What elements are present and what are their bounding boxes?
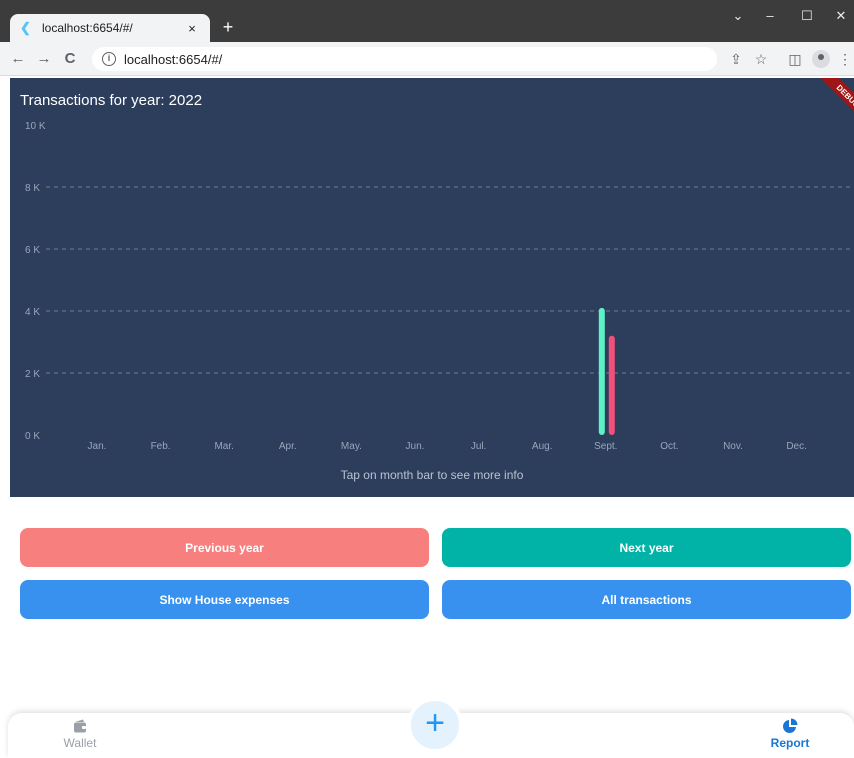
x-tick-label: Jun. (406, 441, 425, 452)
show-house-expenses-button[interactable]: Show House expenses (20, 580, 429, 619)
x-tick-label: May. (341, 441, 362, 452)
debug-banner: DEBUG (806, 78, 854, 126)
reload-icon[interactable]: C (60, 49, 80, 69)
flutter-icon: ❮ (20, 20, 31, 35)
new-tab-icon[interactable]: + (218, 17, 238, 37)
y-tick-label: 8 K (25, 183, 40, 194)
tab-search-icon[interactable]: ⌄ (727, 8, 749, 24)
chart-panel: Transactions for year: 2022 0 K2 K4 K6 K… (10, 78, 854, 497)
wallet-icon (74, 719, 86, 733)
nav-label-wallet: Wallet (63, 736, 97, 750)
debug-banner-label: DEBUG (815, 78, 854, 126)
bar-expense[interactable] (608, 335, 615, 435)
next-year-button[interactable]: Next year (442, 528, 851, 567)
pie-chart-icon (783, 718, 798, 733)
x-tick-label: Dec. (786, 441, 807, 452)
all-transactions-button[interactable]: All transactions (442, 580, 851, 619)
browser-titlebar: ❮ localhost:6654/#/ × + ⌄ – ☐ ✕ (0, 0, 854, 42)
nav-item-report[interactable]: Report (760, 718, 820, 750)
y-tick-label: 2 K (25, 369, 40, 380)
nav-item-wallet[interactable]: Wallet (50, 718, 110, 750)
x-tick-label: Oct. (660, 441, 678, 452)
bar-income[interactable] (598, 307, 605, 435)
forward-icon[interactable]: → (34, 49, 54, 69)
transactions-chart[interactable]: 0 K 2 K 4 K 6 K 8 K 10 K Jan. Feb. Mar. Apr. May. J… (10, 78, 854, 468)
x-tick-label: Apr. (279, 441, 297, 452)
share-icon[interactable]: ⇪ (727, 50, 745, 68)
tab-close-icon[interactable]: × (184, 21, 200, 36)
y-tick-label: 10 K (25, 121, 46, 132)
x-tick-label: Sept. (594, 441, 617, 452)
nav-label-report: Report (770, 736, 810, 750)
side-panel-icon[interactable]: ◫ (786, 50, 804, 68)
url-text: localhost:6654/#/ (124, 51, 223, 67)
info-icon[interactable]: i (102, 52, 116, 66)
x-tick-label: Feb. (151, 441, 171, 452)
x-tick-label: Mar. (214, 441, 233, 452)
y-tick-label: 6 K (25, 245, 40, 256)
previous-year-button[interactable]: Previous year (20, 528, 429, 567)
address-bar[interactable]: i localhost:6654/#/ (92, 47, 717, 71)
chart-hint: Tap on month bar to see more info (340, 468, 524, 482)
maximize-icon[interactable]: ☐ (796, 8, 818, 24)
close-window-icon[interactable]: ✕ (830, 8, 852, 24)
x-tick-label: Jul. (471, 441, 487, 452)
y-tick-label: 4 K (25, 307, 40, 318)
minimize-icon[interactable]: – (759, 8, 781, 23)
bookmark-star-icon[interactable]: ☆ (752, 50, 770, 68)
add-transaction-button[interactable]: + (407, 697, 463, 753)
x-tick-label: Nov. (723, 441, 743, 452)
y-tick-label: 0 K (25, 431, 40, 442)
x-tick-label: Aug. (532, 441, 553, 452)
tab-title: localhost:6654/#/ (42, 21, 133, 35)
x-tick-label: Jan. (88, 441, 107, 452)
browser-tab[interactable]: ❮ localhost:6654/#/ × (10, 14, 210, 42)
browser-toolbar: ← → C i localhost:6654/#/ ⇪ ☆ ◫ ⋮ (0, 42, 854, 76)
browser-menu-icon[interactable]: ⋮ (836, 50, 854, 68)
profile-avatar-icon[interactable] (812, 50, 830, 68)
back-icon[interactable]: ← (8, 49, 28, 69)
